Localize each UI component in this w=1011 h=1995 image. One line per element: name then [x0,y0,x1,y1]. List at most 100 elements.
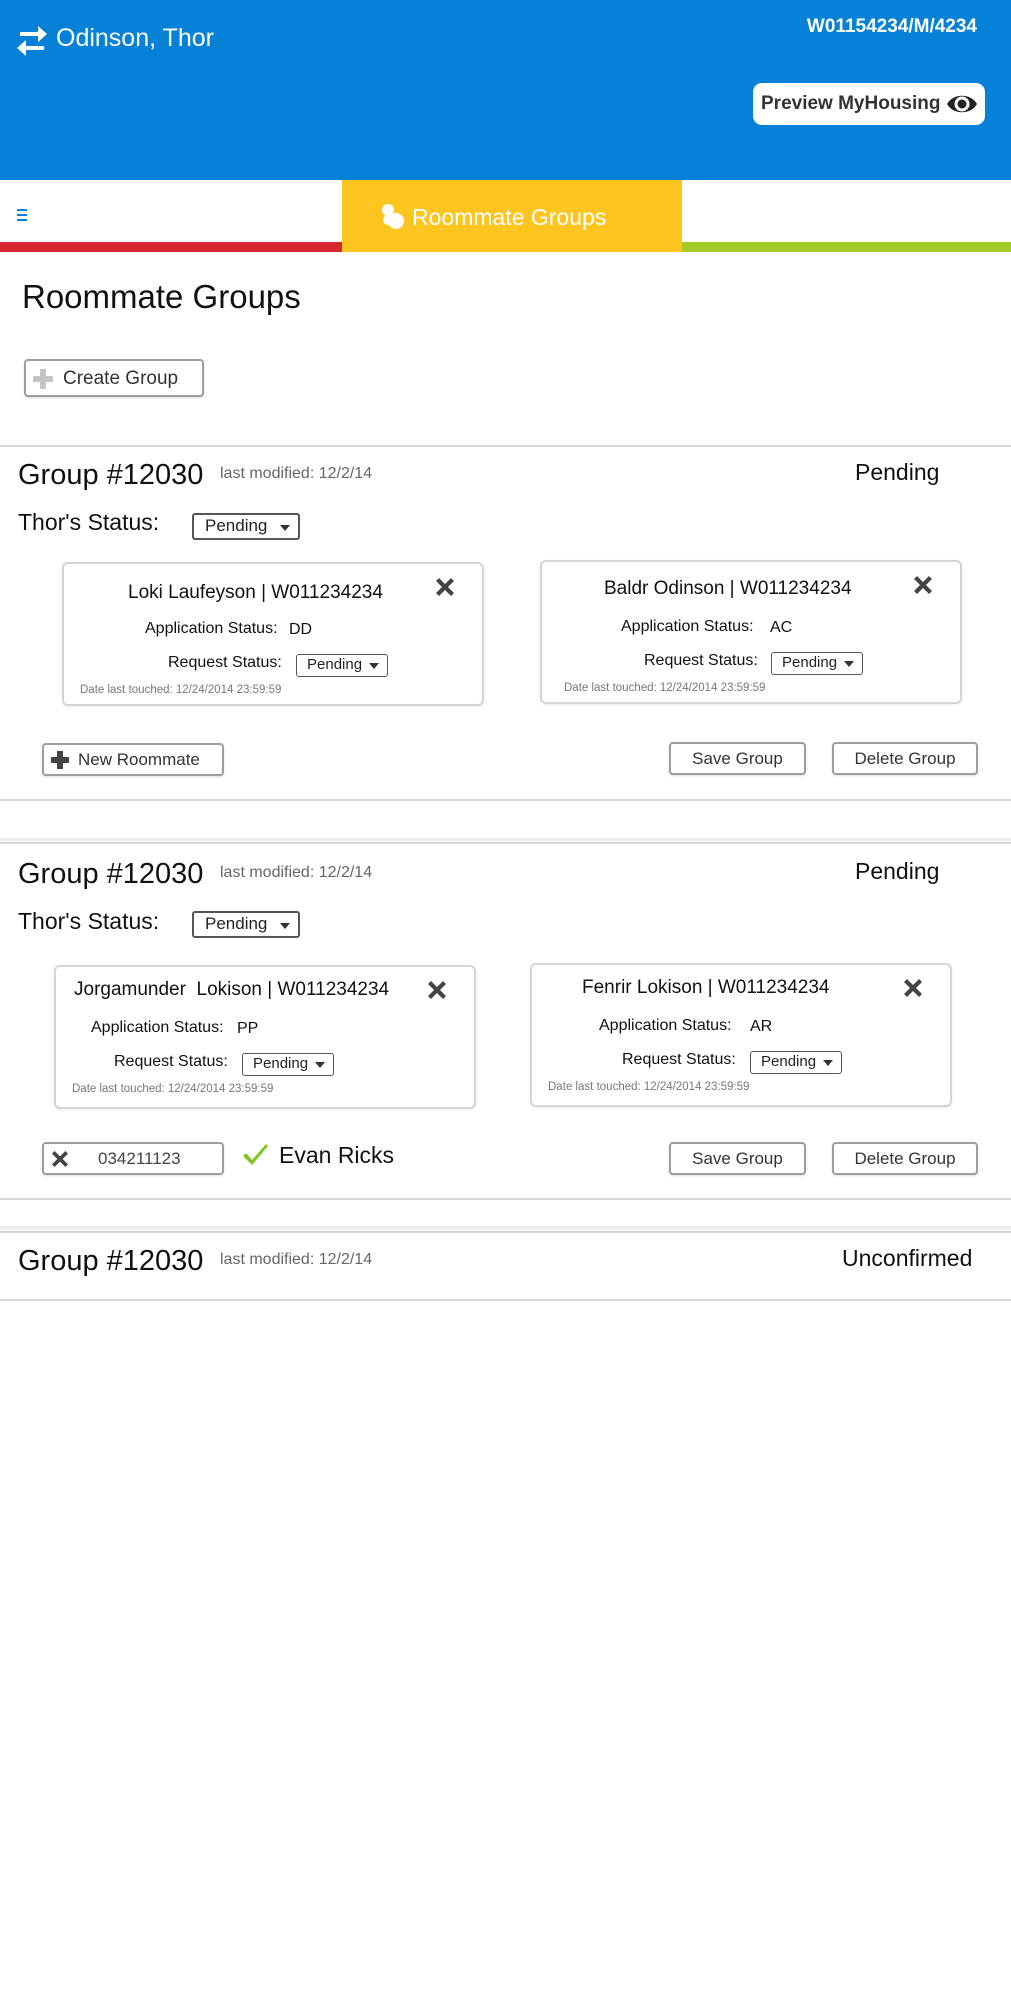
roommate-id-input[interactable]: 034211123 [42,1142,224,1175]
group-status: Unconfirmed [842,1245,973,1271]
request-status-select[interactable]: Pending [242,1053,334,1076]
my-status-label: Thor's Status: [18,908,160,934]
my-status-select[interactable]: Pending [192,911,300,938]
date-last-touched: Date last touched: 12/24/2014 23:59:59 [548,1081,750,1093]
tab-comments-admin-label: Comments/Admin [794,204,977,230]
group-card: Group #12030 last modified: 12/2/14 Pend… [0,844,1011,1198]
create-group-label: Create Group [63,368,179,389]
preview-myhousing-label: Preview MyHousing [761,93,941,114]
divider [0,1299,1011,1301]
app-header: Odinson, Thor W01154234/M/4234 Preview M… [0,0,1011,180]
delete-group-label: Delete Group [854,1149,956,1168]
save-group-button[interactable]: Save Group [669,742,806,775]
main-tabs: Application Roommate Groups Comments/Adm… [0,180,1011,252]
chevron-down-icon [823,1060,833,1066]
group-status: Pending [855,459,940,485]
delete-group-label: Delete Group [854,749,956,768]
roommate-name: Fenrir Lokison | W011234234 [582,977,830,998]
request-status-value: Pending [782,654,838,671]
my-status-value: Pending [205,516,268,535]
divider [0,799,1011,801]
found-roommate-name: Evan Ricks [279,1142,395,1168]
tab-comments-admin[interactable]: Comments/Admin [682,180,1011,252]
my-status-value: Pending [205,914,268,933]
request-status-value: Pending [253,1055,309,1072]
page-title: Roommate Groups [22,278,301,315]
group-last-modified: last modified: 12/2/14 [220,1251,373,1268]
plus-icon [51,751,69,769]
close-icon[interactable] [436,578,454,596]
request-status-label: Request Status: [622,1051,736,1068]
clear-icon[interactable] [52,1151,68,1167]
request-status-select[interactable]: Pending [296,654,388,677]
delete-group-button[interactable]: Delete Group [832,1142,978,1175]
chevron-down-icon [369,663,379,669]
application-status-value: AC [770,619,793,636]
group-title: Group #12030 [18,459,204,491]
application-status-label: Application Status: [91,1019,224,1036]
request-status-label: Request Status: [168,654,282,671]
roommate-card: Loki Laufeyson | W011234234 Application … [62,562,484,706]
roommate-card: Fenrir Lokison | W011234234 Application … [530,963,952,1107]
request-status-label: Request Status: [114,1053,228,1070]
date-last-touched: Date last touched: 12/24/2014 23:59:59 [564,682,766,694]
tab-roommate-groups[interactable]: Roommate Groups [342,180,682,252]
new-roommate-label: New Roommate [78,750,200,769]
preview-myhousing-button[interactable]: Preview MyHousing [753,83,985,125]
new-roommate-button[interactable]: New Roommate [42,743,224,776]
tab-application-label: Application [46,204,159,230]
application-status-label: Application Status: [599,1017,732,1034]
chevron-down-icon [280,525,290,531]
application-status-label: Application Status: [145,620,278,637]
roommate-card: Baldr Odinson | W011234234 Application S… [540,560,962,704]
roommate-id-value: 034211123 [98,1149,181,1168]
date-last-touched: Date last touched: 12/24/2014 23:59:59 [72,1083,274,1095]
roommate-name: Jorgamunder Lokison | W011234234 [74,979,390,1000]
request-status-value: Pending [307,656,363,673]
request-status-select[interactable]: Pending [750,1051,842,1074]
tab-roommate-groups-label: Roommate Groups [412,204,607,230]
group-title: Group #12030 [18,858,204,890]
group-card: Group #12030 last modified: 12/2/14 Unco… [0,1233,1011,1299]
application-status-value: AR [750,1018,773,1035]
my-status-label: Thor's Status: [18,509,160,535]
request-status-label: Request Status: [644,652,758,669]
tab-application-accent [0,242,342,252]
eye-icon [947,95,977,113]
my-status-select[interactable]: Pending [192,513,300,540]
people-icon [382,204,404,229]
close-icon[interactable] [428,981,446,999]
create-group-button[interactable]: Create Group [24,359,204,397]
group-title: Group #12030 [18,1245,204,1277]
chevron-down-icon [315,1062,325,1068]
student-name: Odinson, Thor [56,24,214,52]
save-group-label: Save Group [692,1149,783,1168]
request-status-select[interactable]: Pending [771,652,863,675]
application-status-label: Application Status: [621,618,754,635]
swap-arrows-icon[interactable] [16,22,48,60]
date-last-touched: Date last touched: 12/24/2014 23:59:59 [80,684,282,696]
tab-comments-accent [682,242,1011,252]
plus-icon [33,369,53,389]
close-icon[interactable] [914,576,932,594]
delete-group-button[interactable]: Delete Group [832,742,978,775]
close-icon[interactable] [904,979,922,997]
student-id-code: W01154234/M/4234 [806,16,977,37]
roommate-card: Jorgamunder Lokison | W011234234 Applica… [54,965,476,1109]
divider [0,1198,1011,1200]
application-status-value: PP [237,1020,259,1037]
save-group-label: Save Group [692,749,783,768]
chevron-down-icon [844,661,854,667]
chat-bubble-icon [759,207,783,226]
roommate-name: Loki Laufeyson | W011234234 [128,582,383,603]
application-status-value: DD [289,621,313,638]
document-icon [14,205,30,226]
save-group-button[interactable]: Save Group [669,1142,806,1175]
group-status: Pending [855,858,940,884]
roommate-name: Baldr Odinson | W011234234 [604,578,852,599]
request-status-value: Pending [761,1053,817,1070]
group-last-modified: last modified: 12/2/14 [220,465,373,482]
group-card: Group #12030 last modified: 12/2/14 Pend… [0,447,1011,799]
checkmark-icon [243,1144,268,1165]
tab-application[interactable]: Application [0,180,342,252]
